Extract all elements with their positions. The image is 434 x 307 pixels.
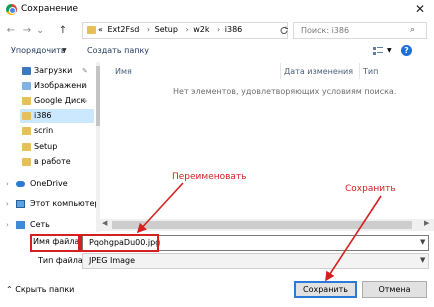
breadcrumb-i386[interactable]: i386 — [225, 25, 243, 34]
breadcrumb-setup[interactable]: Setup — [155, 25, 178, 34]
hide-folders-toggle[interactable]: ⌃ Скрыть папки — [6, 285, 74, 294]
chevron-down-icon[interactable]: ▼ — [420, 238, 425, 246]
navigation-pane: Загрузки ✎ Изображени ✎ Google Диск ✎ i3… — [0, 62, 100, 232]
chevron-down-icon: ▼ — [62, 47, 67, 54]
pictures-icon — [22, 82, 31, 90]
sidebar-item-label: в работе — [34, 157, 71, 166]
cancel-button[interactable]: Отмена — [362, 281, 427, 298]
horizontal-scrollbar-thumb[interactable] — [112, 221, 412, 229]
breadcrumb: « Ext2Fsd › Setup › w2k › i386 — [98, 25, 244, 34]
sidebar-item-label: Сеть — [30, 220, 50, 229]
annotation-highlight-input — [80, 234, 159, 252]
folder-icon — [22, 158, 31, 166]
computer-icon — [16, 200, 25, 208]
cloud-icon — [16, 181, 25, 187]
sidebar-item-i386[interactable]: i386 — [20, 109, 94, 123]
search-field[interactable]: Поиск: i386 ⌕ — [293, 22, 427, 39]
annotation-save-text: Сохранить — [345, 184, 396, 194]
chevron-right-icon: › — [146, 25, 151, 34]
address-bar[interactable]: « Ext2Fsd › Setup › w2k › i386 — [82, 22, 288, 39]
sidebar-item-label: i386 — [34, 111, 52, 120]
organize-menu[interactable]: Упорядочить — [11, 46, 66, 55]
close-button[interactable]: ✕ — [406, 0, 434, 20]
new-folder-button[interactable]: Создать папку — [87, 46, 149, 55]
chevron-right-icon: › — [217, 25, 221, 34]
pin-icon: ✎ — [82, 67, 88, 75]
refresh-icon[interactable] — [278, 22, 290, 39]
chevron-down-icon[interactable]: ▼ — [387, 47, 392, 54]
folder-icon — [22, 127, 31, 135]
chrome-icon — [6, 4, 17, 15]
scroll-left-icon[interactable]: ◀ — [102, 219, 107, 227]
search-input[interactable]: Поиск: i386 — [301, 26, 349, 35]
sidebar-item-label: OneDrive — [30, 179, 68, 188]
help-icon[interactable]: ? — [401, 45, 412, 56]
sidebar-item-onedrive[interactable]: › OneDrive — [6, 177, 96, 191]
column-divider[interactable] — [359, 63, 360, 79]
hide-folders-label: Скрыть папки — [15, 285, 75, 294]
breadcrumb-w2k[interactable]: w2k — [193, 25, 209, 34]
save-button[interactable]: Сохранить — [294, 281, 357, 298]
sidebar-item-network[interactable]: › Сеть — [6, 218, 96, 232]
sidebar-item-pictures[interactable]: Изображени ✎ — [22, 79, 94, 93]
sidebar-item-label: Setup — [34, 142, 58, 151]
forward-button[interactable]: → — [20, 24, 34, 38]
column-header-date[interactable]: Дата изменения — [284, 67, 353, 76]
column-header-name[interactable]: Имя — [115, 67, 132, 76]
column-divider[interactable] — [280, 63, 281, 79]
empty-list-message: Нет элементов, удовлетворяющих условиям … — [173, 87, 397, 96]
window-title: Сохранение — [21, 4, 79, 14]
sidebar-item-this-pc[interactable]: › Этот компьютер — [6, 197, 100, 211]
network-icon — [16, 221, 25, 229]
folder-icon — [22, 112, 31, 120]
chevron-right-icon[interactable]: › — [6, 177, 9, 191]
sidebar-item-v-rabote[interactable]: в работе — [22, 155, 94, 169]
pin-icon: ✎ — [82, 82, 88, 90]
chevron-right-icon: › — [185, 25, 189, 34]
file-type-label: Тип файла: — [38, 256, 86, 265]
chevron-right-icon[interactable]: › — [6, 197, 9, 211]
download-icon — [22, 67, 31, 75]
up-button[interactable]: ↑ — [56, 24, 70, 38]
sidebar-item-setup[interactable]: Setup — [22, 140, 94, 154]
sidebar-item-label: scrin — [34, 126, 54, 135]
column-header-type[interactable]: Тип — [363, 67, 378, 76]
chevron-right-icon[interactable]: › — [6, 218, 9, 232]
pin-icon: ✎ — [82, 97, 88, 105]
folder-icon — [22, 143, 31, 151]
search-icon[interactable]: ⌕ — [410, 25, 415, 35]
folder-icon — [22, 97, 31, 105]
file-type-value: JPEG Image — [89, 256, 136, 265]
sidebar-item-scrin[interactable]: scrin — [22, 124, 94, 138]
chevron-down-icon[interactable]: ▼ — [420, 256, 425, 264]
sidebar-item-label: Этот компьютер — [30, 199, 100, 208]
sidebar-scrollbar-thumb[interactable] — [96, 66, 100, 126]
chevron-up-icon: ⌃ — [6, 285, 13, 294]
scroll-right-icon[interactable]: ▶ — [424, 219, 429, 227]
sidebar-item-label: Google Диск — [34, 96, 86, 105]
view-options-icon[interactable] — [372, 46, 384, 56]
breadcrumb-ext2fsd[interactable]: Ext2Fsd — [107, 25, 139, 34]
sidebar-item-google-drive[interactable]: Google Диск ✎ — [22, 94, 94, 108]
back-button[interactable]: ← — [4, 24, 18, 38]
file-type-select[interactable]: JPEG Image ▼ — [82, 253, 429, 269]
folder-icon — [87, 26, 96, 34]
recent-dropdown-icon[interactable]: ⌄ — [36, 24, 44, 38]
annotation-rename-text: Переименовать — [172, 172, 247, 182]
breadcrumb-overflow[interactable]: « — [98, 25, 103, 34]
annotation-highlight-label — [30, 234, 80, 252]
sidebar-item-label: Изображени — [34, 81, 87, 90]
sidebar-item-label: Загрузки — [34, 66, 73, 75]
sidebar-item-downloads[interactable]: Загрузки ✎ — [22, 64, 94, 78]
